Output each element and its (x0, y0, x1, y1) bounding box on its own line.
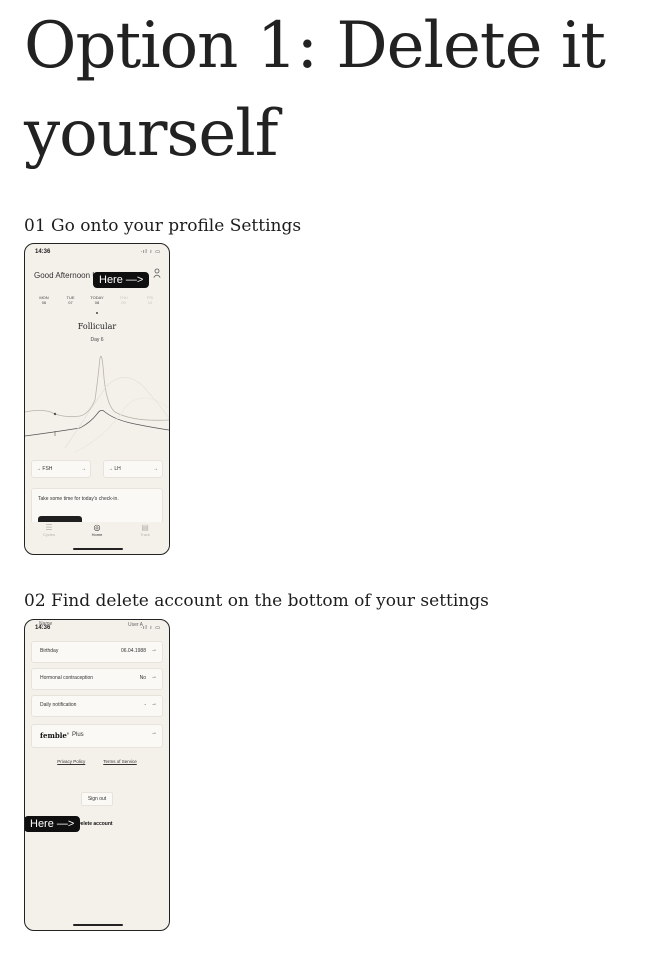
tab-home[interactable]: ◎ Home (82, 522, 112, 546)
fsh-card[interactable]: → FSH → (31, 460, 91, 478)
calendar-icon: ☰ (45, 523, 53, 532)
legal-links: Privacy Policy Terms of Service (25, 759, 169, 764)
cycle-phase: Follicular (77, 322, 117, 331)
day-item[interactable]: FRI 10 (137, 295, 163, 305)
arrow-right-icon: → (151, 701, 157, 707)
checkin-text: Take some time for today's check-in. (38, 496, 119, 502)
settings-screenshot: 14:36 Name User A ·ıl ≀ ▭ Birthday 06.04… (24, 619, 170, 931)
here-annotation: Here —> (93, 272, 150, 288)
person-icon[interactable] (153, 268, 161, 281)
status-time: 14:36 (35, 249, 51, 255)
arrow-right-icon: → (151, 674, 157, 680)
lh-card[interactable]: → LH → (103, 460, 163, 478)
step-2-heading: 02 Find delete account on the bottom of … (24, 591, 489, 611)
tab-track[interactable]: ▤ Track (130, 522, 160, 546)
arrow-right-icon: → (153, 466, 158, 472)
today-dot (96, 312, 98, 314)
name-label: Name (39, 621, 53, 627)
terms-link[interactable]: Terms of Service (103, 759, 137, 764)
track-icon: ▤ (141, 523, 149, 532)
cycle-day: Day 6 (90, 337, 104, 343)
hormone-cards: → FSH → → LH → (31, 460, 163, 478)
page-title: Option 1: Delete it yourself (24, 9, 606, 171)
notification-row[interactable]: Daily notification - → (31, 695, 163, 717)
status-icons: ·ıl ≀ ▭ (140, 625, 161, 631)
arrow-right-icon: → (81, 466, 86, 472)
day-item[interactable]: MON 06 (31, 295, 57, 305)
day-item[interactable]: TUE 07 (58, 295, 84, 305)
delete-account-link[interactable]: Delete account (77, 821, 113, 827)
day-item-today[interactable]: TODAY 08 (84, 295, 110, 305)
tab-bar: ☰ Cycles ◎ Home ▤ Track (25, 522, 169, 546)
tab-cycles[interactable]: ☰ Cycles (34, 522, 64, 546)
contraception-row[interactable]: Hormonal contraception No → (31, 668, 163, 690)
hormone-curve-chart (25, 355, 169, 453)
greeting: Good Afternoon U (34, 271, 99, 280)
plus-row[interactable]: femble' Plus → (31, 724, 163, 748)
privacy-policy-link[interactable]: Privacy Policy (57, 759, 85, 764)
step-1-heading: 01 Go onto your profile Settings (24, 216, 302, 236)
home-icon: ◎ (93, 523, 101, 532)
here-annotation: Here —> (25, 816, 81, 832)
arrow-right-icon: → (151, 730, 157, 736)
birthday-row[interactable]: Birthday 06.04.1988 → (31, 641, 163, 663)
home-indicator (73, 924, 123, 926)
brand-logo: femble' (40, 731, 70, 740)
sign-out-button[interactable]: Sign out (81, 792, 113, 806)
day-strip: MON 06 TUE 07 TODAY 08 THU 09 FRI 10 (31, 295, 163, 305)
day-item[interactable]: THU 09 (111, 295, 137, 305)
status-icons: ·ıl ≀ ▭ (140, 249, 161, 255)
home-indicator (73, 548, 123, 550)
checkin-card: Take some time for today's check-in. (31, 488, 163, 525)
profile-screenshot: 14:36 ·ıl ≀ ▭ Good Afternoon U Here —> M… (24, 243, 170, 555)
arrow-right-icon: → (151, 647, 157, 653)
